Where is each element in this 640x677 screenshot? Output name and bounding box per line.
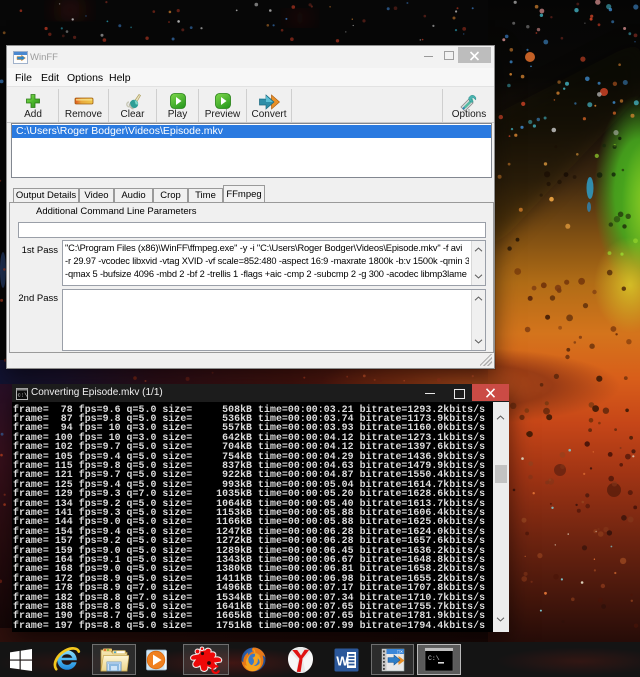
svg-text:C:\: C:\ [428, 655, 440, 662]
svg-text:W: W [336, 653, 349, 668]
svg-text:□×: □× [397, 649, 403, 655]
svg-text:c:\: c:\ [18, 392, 28, 399]
